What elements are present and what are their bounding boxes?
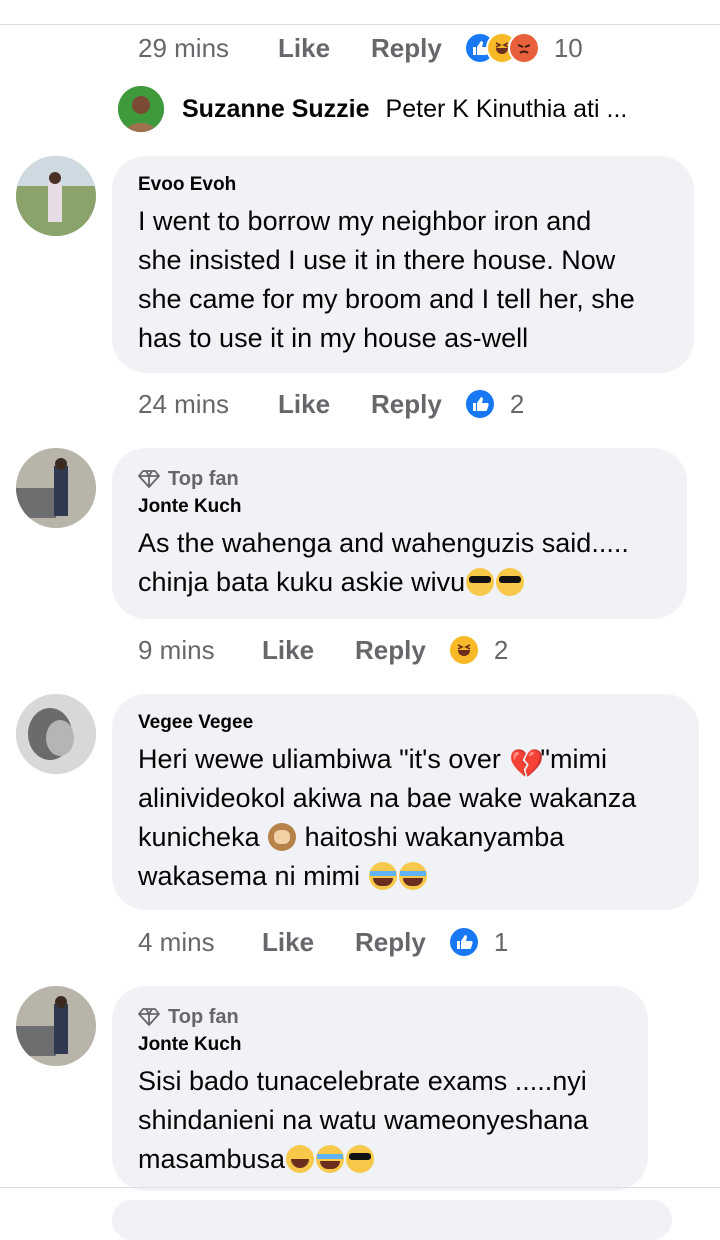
comment-bubble: Top fan Jonte Kuch As the wahenga and wa… [112, 448, 687, 619]
crying-emoji-icon [398, 862, 427, 890]
top-fan-badge: Top fan [138, 1004, 622, 1030]
reply-button[interactable]: Reply [355, 927, 426, 958]
see-no-evil-monkey-emoji-icon [268, 823, 297, 851]
like-button[interactable]: Like [262, 927, 355, 958]
broken-heart-emoji-icon: 💔 [509, 748, 545, 779]
comment-text: Heri wewe uliambiwa "it's over 💔"mimi al… [138, 744, 637, 891]
comment-text: Sisi bado tunacelebrate exams .....nyi s… [138, 1066, 589, 1174]
comment-bubble [112, 1200, 672, 1240]
comment-bubble: Top fan Jonte Kuch Sisi bado tunacelebra… [112, 986, 648, 1191]
reaction-summary[interactable]: 2 [463, 388, 525, 420]
like-reaction-icon [463, 388, 496, 420]
sunglasses-emoji-icon [346, 1145, 375, 1173]
comment-time: 29 mins [138, 32, 230, 63]
comment-bubble: Evoo Evoh I went to borrow my neighbor i… [112, 156, 694, 373]
reply-author[interactable]: Suzanne Suzzie [182, 95, 370, 124]
comment-actions: 24 mins Like Reply 2 [138, 384, 524, 424]
tears-of-joy-emoji-icon [316, 1145, 345, 1173]
comment-actions: 4 mins Like Reply 1 [138, 922, 508, 962]
comment-bubble: Vegee Vegee Heri wewe uliambiwa "it's ov… [112, 694, 699, 910]
reply-text: Peter K Kinuthia ati ... [385, 94, 628, 123]
reply-preview[interactable]: Suzanne Suzzie Peter K Kinuthia ati ... [118, 86, 627, 132]
comment-actions: 9 mins Like Reply 2 [138, 630, 508, 670]
reaction-count: 1 [493, 926, 509, 957]
like-button[interactable]: Like [278, 33, 371, 64]
comment-time: 4 mins [138, 926, 215, 957]
reply-button[interactable]: Reply [371, 389, 442, 420]
comment-author[interactable]: Jonte Kuch [138, 496, 661, 518]
reaction-count: 2 [493, 634, 509, 665]
reaction-summary[interactable]: 10 [463, 32, 583, 64]
rolling-laughing-emoji-icon [286, 1145, 315, 1173]
top-fan-diamond-icon [138, 470, 160, 488]
avatar[interactable] [16, 156, 96, 236]
comment-actions: 29 mins Like Reply 10 [138, 28, 583, 68]
avatar[interactable] [16, 448, 96, 528]
comment-author[interactable]: Vegee Vegee [138, 712, 673, 734]
comment-text: As the wahenga and wahenguzis said..... … [138, 528, 629, 597]
comment-text: I went to borrow my neighbor iron and sh… [138, 206, 635, 353]
angry-reaction-icon [507, 32, 540, 64]
reply-button[interactable]: Reply [355, 635, 426, 666]
reaction-count: 10 [553, 32, 583, 63]
avatar[interactable] [16, 694, 96, 774]
reaction-count: 2 [509, 388, 525, 419]
crying-emoji-icon [368, 862, 397, 890]
avatar[interactable] [16, 986, 96, 1066]
like-button[interactable]: Like [278, 389, 371, 420]
divider [0, 24, 720, 25]
reply-button[interactable]: Reply [371, 33, 442, 64]
like-button[interactable]: Like [262, 635, 355, 666]
like-reaction-icon [447, 926, 480, 958]
comment-author[interactable]: Jonte Kuch [138, 1034, 622, 1056]
avatar[interactable] [118, 86, 164, 132]
top-fan-badge: Top fan [138, 466, 661, 492]
sunglasses-emoji-icon [496, 568, 525, 596]
comment-time: 9 mins [138, 634, 215, 665]
sunglasses-emoji-icon [466, 568, 495, 596]
reaction-summary[interactable]: 1 [447, 926, 509, 958]
haha-reaction-icon [447, 634, 480, 666]
top-fan-diamond-icon [138, 1008, 160, 1026]
reaction-summary[interactable]: 2 [447, 634, 509, 666]
comment-time: 24 mins [138, 388, 230, 419]
comment-author[interactable]: Evoo Evoh [138, 174, 668, 196]
divider [0, 1187, 720, 1188]
